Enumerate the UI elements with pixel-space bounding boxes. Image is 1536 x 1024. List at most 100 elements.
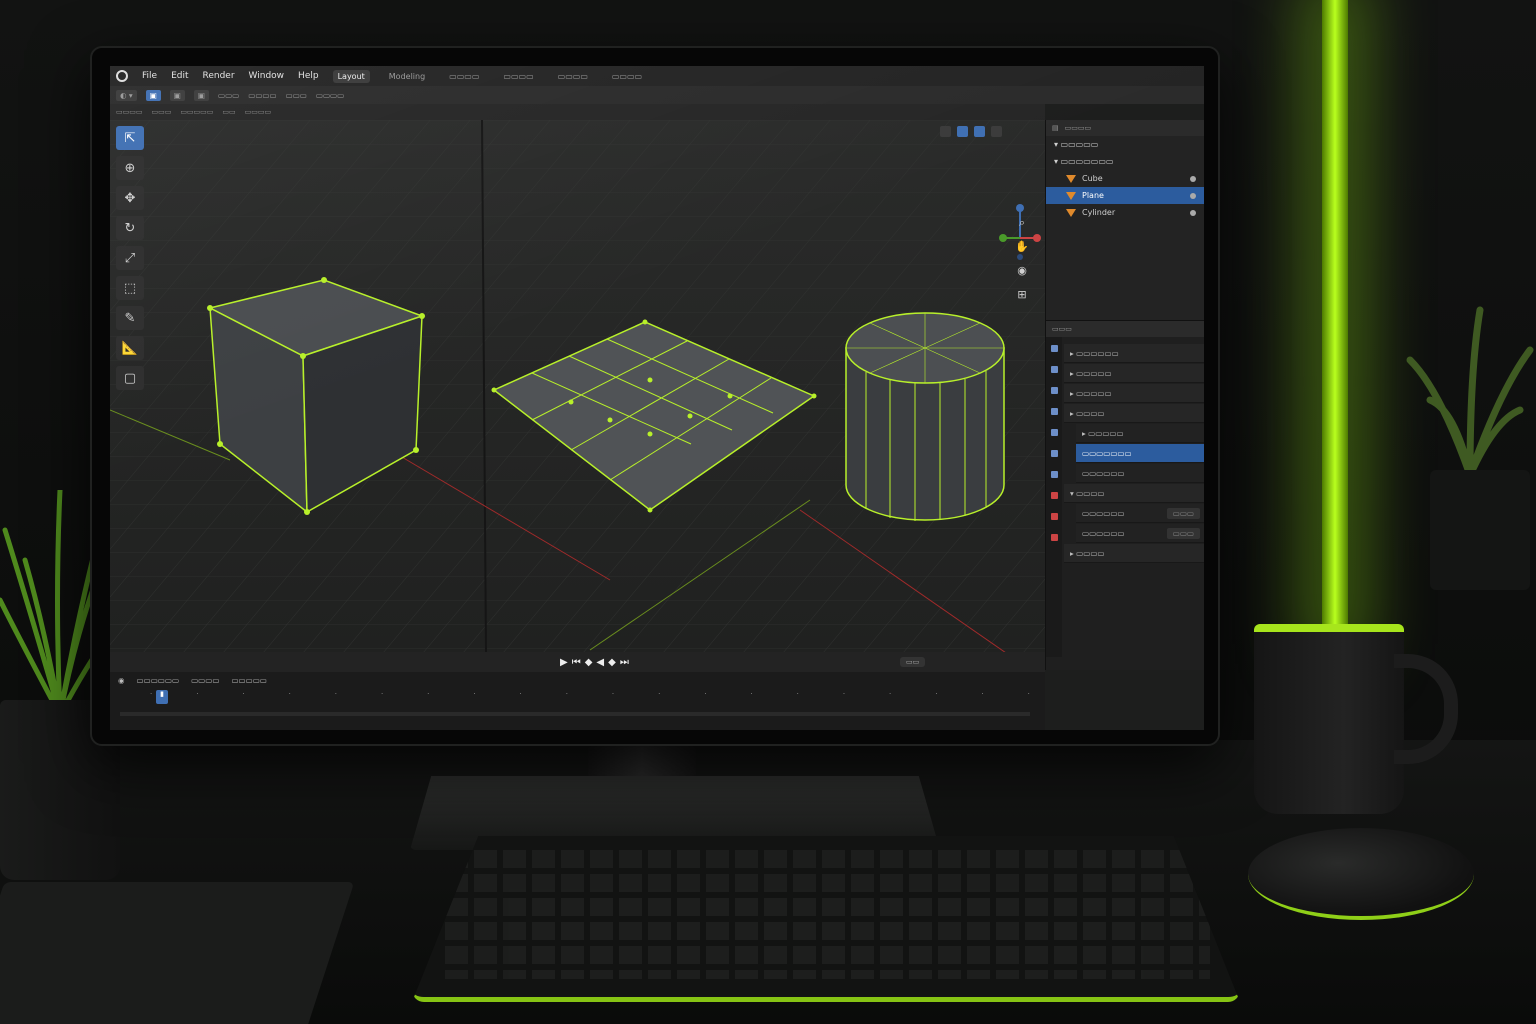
add-cube-icon[interactable]: ▢ (116, 366, 144, 390)
timeline-eye-icon[interactable]: ◉ (118, 676, 125, 685)
tab-workspace-6[interactable]: ▭▭▭▭ (607, 70, 647, 83)
prop-subsection-1[interactable]: ▸ ▭▭▭▭▭ (1076, 424, 1204, 443)
timeline-scrollbar[interactable] (120, 712, 1030, 716)
prop-field-1[interactable]: ▭▭▭▭▭▭ ▭▭▭ (1076, 504, 1204, 523)
menu-window[interactable]: Window (249, 71, 285, 81)
visibility-eye-icon[interactable] (1190, 192, 1196, 199)
tab-layout[interactable]: Layout (332, 69, 370, 83)
timeline-menu-1[interactable]: ▭▭▭▭▭▭ (137, 676, 180, 685)
timeline-menu-2[interactable]: ▭▭▭▭ (191, 676, 219, 685)
playhead[interactable]: ▮ (156, 690, 168, 704)
screen: File Edit Render Window Help Layout Mode… (110, 66, 1204, 730)
header-menu-object[interactable]: ▭▭▭▭ (316, 91, 344, 100)
3d-viewport[interactable] (110, 120, 1045, 652)
properties-tabs (1046, 337, 1062, 657)
properties-panel: ▭▭▭ ▸ ▭▭▭▭▭▭ ▸ ▭▭▭▭▭ ▸ ▭▭▭▭▭ ▸ ▭▭▭▭ ▸ ▭▭… (1045, 320, 1204, 670)
prop-section-1[interactable]: ▸ ▭▭▭▭▭▭ (1064, 344, 1204, 363)
tool-setting-2[interactable]: ▭▭▭ (151, 108, 171, 116)
neon-light-strip (1322, 0, 1348, 640)
scale-icon[interactable]: ⤢ (116, 246, 144, 270)
jump-end-icon[interactable]: ⏭ (620, 657, 629, 668)
object-tab-icon[interactable] (1050, 450, 1058, 457)
current-frame-field[interactable]: ▭▭ (900, 657, 926, 667)
transform-icon[interactable]: ⬚ (116, 276, 144, 300)
prop-subsection-3[interactable]: ▭▭▭▭▭▭ (1076, 464, 1204, 483)
viewport-nav-tools: ⌕ ✋ ◉ ⊞ (1014, 216, 1030, 304)
outliner-item-plane[interactable]: Plane (1046, 187, 1204, 204)
select-mode-edge-button[interactable]: ▣ (169, 89, 185, 101)
timeline[interactable]: ◉ ▭▭▭▭▭▭ ▭▭▭▭ ▭▭▭▭▭ · · · · · · · · · · · · · · · · · · · ·… (110, 672, 1045, 730)
select-mode-face-button[interactable]: ▣ (193, 89, 209, 101)
tab-modeling[interactable]: Modeling (384, 70, 430, 83)
header-menu-select[interactable]: ▭▭▭▭ (248, 91, 276, 100)
reverse-icon[interactable]: ◀ (596, 657, 604, 668)
scene-tab-icon[interactable] (1050, 408, 1058, 415)
outliner-collection-row[interactable]: ▾ ▭▭▭▭▭▭▭ (1046, 153, 1204, 170)
zoom-icon[interactable]: ⌕ (1014, 216, 1030, 232)
annotate-icon[interactable]: ✎ (116, 306, 144, 330)
tool-setting-1[interactable]: ▭▭▭▭ (116, 108, 142, 116)
prop-subsection-selected[interactable]: ▭▭▭▭▭▭▭ (1076, 444, 1204, 463)
prop-section-5[interactable]: ▾ ▭▭▭▭ (1064, 484, 1204, 503)
outliner-search[interactable]: ▭▭▭▭ (1065, 124, 1091, 132)
prop-field-1-value[interactable]: ▭▭▭ (1166, 507, 1200, 519)
prop-field-2[interactable]: ▭▭▭▭▭▭ ▭▭▭ (1076, 524, 1204, 543)
render-tab-icon[interactable] (1050, 366, 1058, 373)
tab-workspace-3[interactable]: ▭▭▭▭ (444, 70, 484, 83)
tool-setting-3[interactable]: ▭▭▭▭▭ (180, 108, 213, 116)
perspective-icon[interactable]: ⊞ (1014, 288, 1030, 304)
outliner-scene-row[interactable]: ▾ ▭▭▭▭▭ (1046, 136, 1204, 153)
menu-help[interactable]: Help (298, 71, 319, 81)
data-tab-icon[interactable] (1050, 513, 1058, 520)
next-keyframe-icon[interactable]: ◆ (608, 657, 616, 668)
tab-workspace-5[interactable]: ▭▭▭▭ (553, 70, 593, 83)
app-logo-icon[interactable] (116, 70, 128, 82)
properties-header: ▭▭▭ (1046, 321, 1204, 337)
header-menu-view[interactable]: ▭▭▭ (218, 91, 239, 100)
cursor-icon[interactable]: ⊕ (116, 156, 144, 180)
camera-icon[interactable]: ◉ (1014, 264, 1030, 280)
menu-edit[interactable]: Edit (171, 71, 188, 81)
outliner-item-cylinder[interactable]: Cylinder (1046, 204, 1204, 221)
tool-setting-4[interactable]: ▭▭ (222, 108, 235, 116)
outliner-display-icon[interactable]: ▤ (1052, 124, 1059, 132)
play-icon[interactable]: ▶ (560, 657, 568, 668)
menu-file[interactable]: File (142, 71, 157, 81)
prev-keyframe-icon[interactable]: ◆ (585, 657, 593, 668)
menu-render[interactable]: Render (203, 71, 235, 81)
world-tab-icon[interactable] (1050, 429, 1058, 436)
shading-material-icon[interactable] (974, 126, 985, 137)
jump-start-icon[interactable]: ⏮ (572, 657, 581, 668)
shading-solid-icon[interactable] (957, 126, 968, 137)
editor-type-button[interactable]: ◐ ▾ (116, 89, 137, 101)
prop-field-2-value[interactable]: ▭▭▭ (1166, 527, 1200, 539)
material-tab-icon[interactable] (1050, 534, 1058, 541)
constraint-tab-icon[interactable] (1050, 492, 1058, 499)
tab-workspace-4[interactable]: ▭▭▭▭ (498, 70, 538, 83)
overlay-icon[interactable] (940, 126, 951, 137)
header-menu-add[interactable]: ▭▭▭ (286, 91, 307, 100)
modifier-tab-icon[interactable] (1050, 471, 1058, 478)
outliner-header: ▤ ▭▭▭▭ (1046, 120, 1204, 136)
visibility-eye-icon[interactable] (1190, 175, 1196, 182)
prop-section-3[interactable]: ▸ ▭▭▭▭▭ (1064, 384, 1204, 403)
prop-section-6[interactable]: ▸ ▭▭▭▭ (1064, 544, 1204, 563)
shading-rendered-icon[interactable] (991, 126, 1002, 137)
prop-section-4[interactable]: ▸ ▭▭▭▭ (1064, 404, 1204, 423)
measure-icon[interactable]: 📐 (116, 336, 144, 360)
select-mode-vertex-button[interactable]: ▣ (145, 89, 161, 101)
viewport-scene (110, 120, 1045, 652)
rotate-icon[interactable]: ↻ (116, 216, 144, 240)
tool-tab-icon[interactable] (1050, 345, 1058, 352)
output-tab-icon[interactable] (1050, 387, 1058, 394)
cylinder-object[interactable] (845, 312, 1005, 521)
prop-section-2[interactable]: ▸ ▭▭▭▭▭ (1064, 364, 1204, 383)
outliner-item-cube[interactable]: Cube (1046, 170, 1204, 187)
timeline-menu-3[interactable]: ▭▭▭▭▭ (231, 676, 266, 685)
properties-search[interactable]: ▭▭▭ (1052, 325, 1072, 333)
tool-setting-5[interactable]: ▭▭▭▭ (245, 108, 271, 116)
select-box-icon[interactable]: ⇱ (116, 126, 144, 150)
move-icon[interactable]: ✥ (116, 186, 144, 210)
visibility-eye-icon[interactable] (1190, 209, 1196, 216)
hand-icon[interactable]: ✋ (1014, 240, 1030, 256)
